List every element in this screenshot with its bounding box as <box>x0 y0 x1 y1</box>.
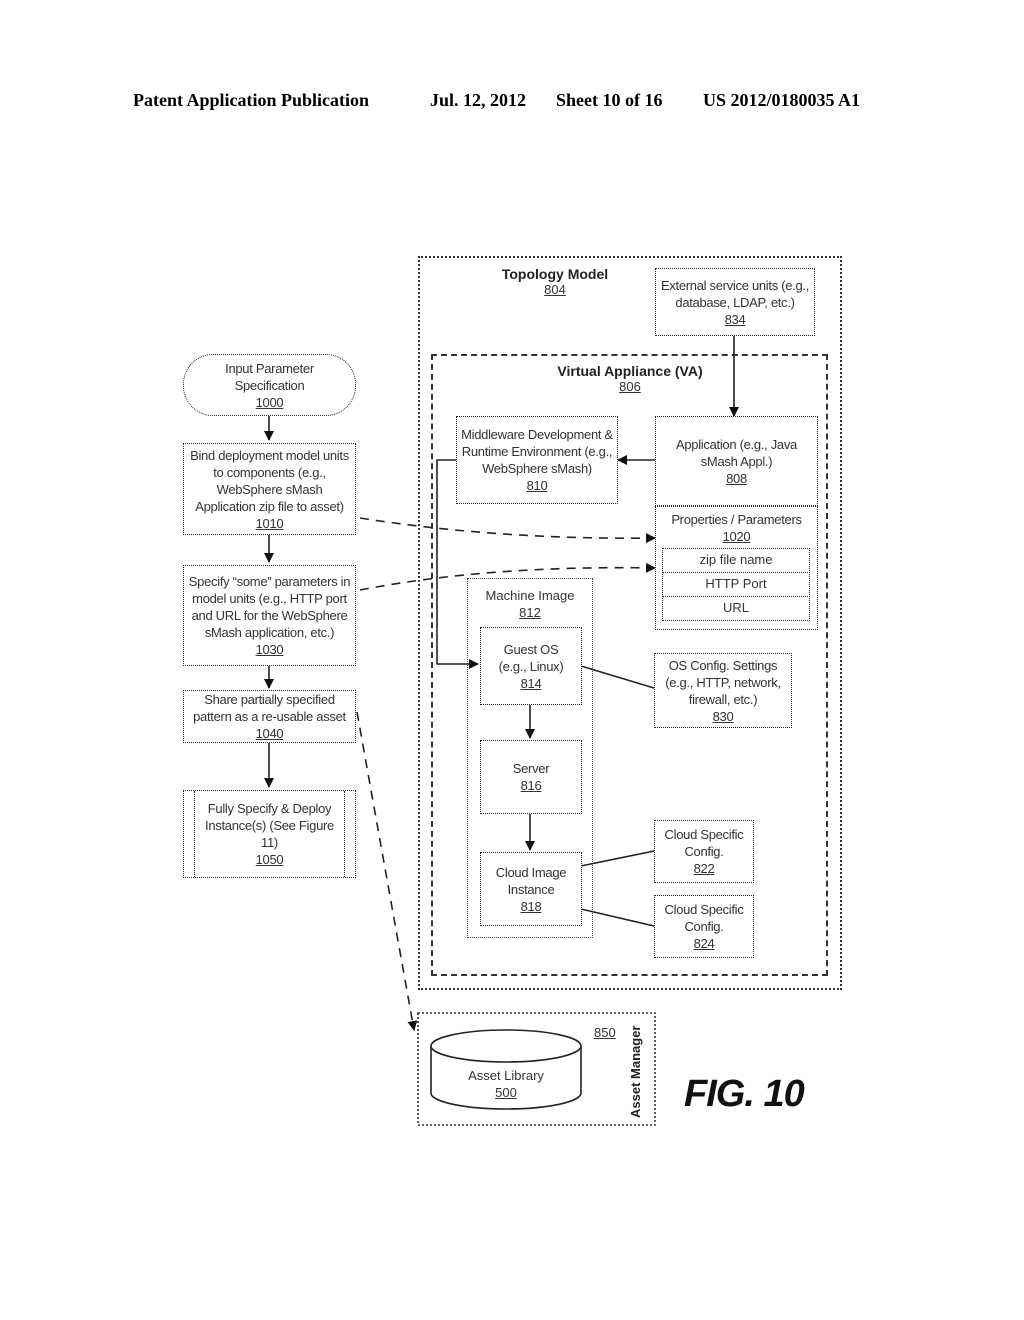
deploy-step-text: Fully Specify & Deploy Instance(s) (See … <box>205 801 334 850</box>
deploy-step-box: Fully Specify & Deploy Instance(s) (See … <box>183 790 356 878</box>
bind-step-text: Bind deployment model units to component… <box>190 447 349 514</box>
cloud-specific-config-822-ref: 822 <box>693 861 715 876</box>
middleware-ref: 810 <box>526 478 548 493</box>
os-config-settings-text: OS Config. Settings (e.g., HTTP, network… <box>665 657 781 707</box>
cloud-image-instance-text: Cloud Image Instance <box>495 864 567 897</box>
application-box: Application (e.g., Java sMash Appl.) 808 <box>655 416 818 506</box>
property-row-http-port: HTTP Port <box>662 572 810 597</box>
guest-os-ref: 814 <box>520 675 542 691</box>
application-text: Application (e.g., Java sMash Appl.) <box>675 436 797 469</box>
property-row-url: URL <box>662 596 810 621</box>
os-config-settings-ref: 830 <box>712 708 734 724</box>
link-818-824 <box>580 908 655 927</box>
input-parameter-terminal: Input Parameter Specification 1000 <box>183 354 356 416</box>
property-row-zip-file-name: zip file name <box>662 548 810 573</box>
cloud-specific-config-824-ref: 824 <box>693 936 715 951</box>
dashed-arrow-1040-to-850 <box>356 711 418 1031</box>
asset-library-label: Asset Library 500 <box>446 1067 566 1101</box>
external-service-units-box: External service units (e.g., database, … <box>655 268 815 336</box>
cloud-specific-config-824-box: Cloud Specific Config. 824 <box>654 895 754 958</box>
specify-step-ref: 1030 <box>255 642 284 657</box>
link-814-830 <box>580 665 655 689</box>
asset-library-text: Asset Library <box>468 1068 544 1083</box>
application-ref: 808 <box>726 470 747 486</box>
bind-step-box: Bind deployment model units to component… <box>183 443 356 535</box>
predefined-process-right-bar <box>344 791 345 877</box>
share-step-box: Share partially specified pattern as a r… <box>183 690 356 743</box>
cloud-specific-config-824-text: Cloud Specific Config. <box>664 902 744 934</box>
cloud-specific-config-822-text: Cloud Specific Config. <box>664 827 744 859</box>
asset-manager-title: Asset Manager <box>628 1025 643 1118</box>
external-service-units-text: External service units (e.g., database, … <box>660 277 810 310</box>
asset-manager-ref: 850 <box>594 1025 616 1040</box>
dashed-arrow-1010-to-1020 <box>359 517 656 544</box>
middleware-box: Middleware Development & Runtime Environ… <box>456 416 618 504</box>
server-box: Server 816 <box>480 740 582 814</box>
middleware-text: Middleware Development & Runtime Environ… <box>461 427 613 476</box>
cloud-image-instance-box: Cloud Image Instance 818 <box>480 852 582 926</box>
asset-library-ref: 500 <box>495 1085 517 1100</box>
server-ref: 816 <box>520 778 542 793</box>
guest-os-box: Guest OS (e.g., Linux) 814 <box>480 627 582 705</box>
input-parameter-ref: 1000 <box>255 394 284 410</box>
guest-os-text: Guest OS (e.g., Linux) <box>498 641 564 674</box>
properties-parameters-title: Properties / Parameters <box>671 512 802 527</box>
link-818-822 <box>580 850 655 867</box>
external-service-units-ref: 834 <box>724 311 746 327</box>
input-parameter-text: Input Parameter Specification <box>225 360 314 393</box>
cloud-image-instance-ref: 818 <box>520 898 542 914</box>
deploy-step-ref: 1050 <box>255 852 284 867</box>
specify-step-box: Specify “some” parameters in model units… <box>183 565 356 666</box>
os-config-settings-box: OS Config. Settings (e.g., HTTP, network… <box>654 653 792 728</box>
cloud-specific-config-822-box: Cloud Specific Config. 822 <box>654 820 754 883</box>
properties-parameters-ref: 1020 <box>722 529 751 544</box>
figure-label: FIG. 10 <box>684 1073 805 1115</box>
predefined-process-left-bar <box>194 791 195 877</box>
dashed-arrow-1030-to-1020 <box>359 562 656 591</box>
specify-step-text: Specify “some” parameters in model units… <box>188 574 351 640</box>
bind-step-ref: 1010 <box>255 515 284 531</box>
server-text: Server <box>512 761 550 776</box>
share-step-ref: 1040 <box>255 726 284 741</box>
share-step-text: Share partially specified pattern as a r… <box>193 692 346 724</box>
